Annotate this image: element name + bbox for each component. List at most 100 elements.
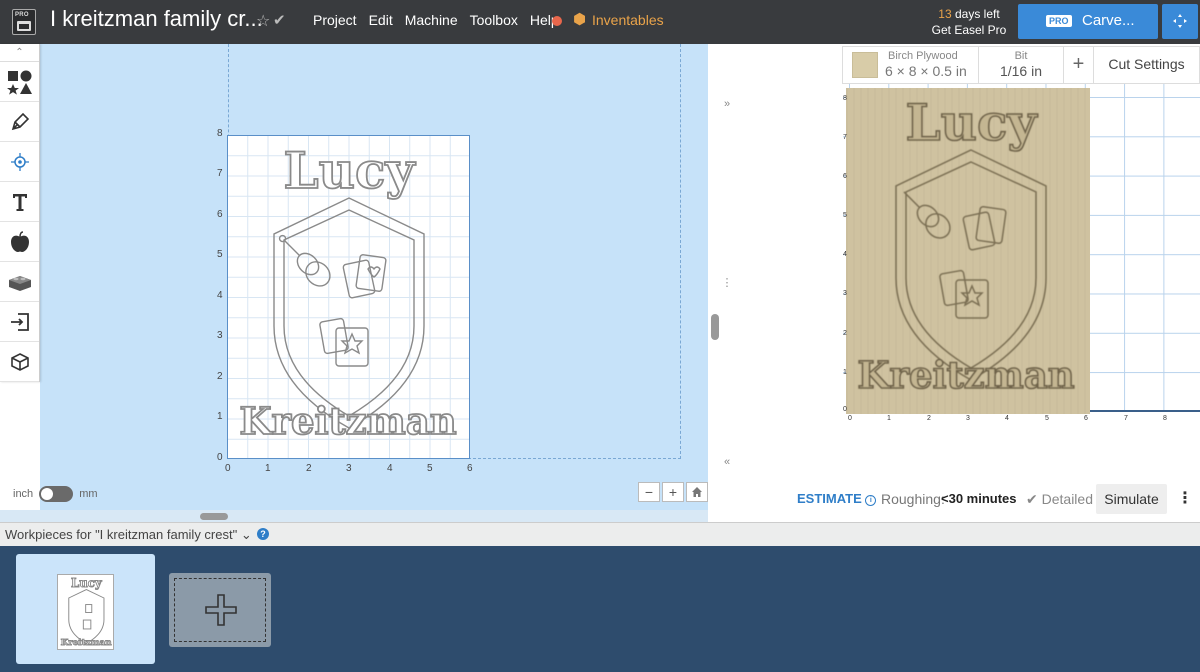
point-tool[interactable] xyxy=(0,142,39,182)
saved-check-icon: ✔ xyxy=(273,12,286,29)
y-tick: 6 xyxy=(217,209,223,220)
thumbnail-bottom-text: Kreitzman xyxy=(61,638,113,648)
preview-x-tick: 8 xyxy=(1163,415,1167,422)
detailed-option[interactable]: ✔ Detailed xyxy=(1026,491,1093,508)
workpieces-panel: Lucy Kreitzman xyxy=(0,546,1200,672)
inventables-hex-icon[interactable]: ⬢ xyxy=(573,12,588,28)
drag-handle-icon[interactable]: ⋮ xyxy=(720,276,734,289)
unit-inch-label[interactable]: inch xyxy=(13,488,33,500)
shapes-tool[interactable] xyxy=(0,62,39,102)
vertical-scrollbar[interactable] xyxy=(711,314,719,340)
roughing-time: <30 minutes xyxy=(941,491,1017,506)
bit-selector[interactable]: Bit 1/16 in xyxy=(979,47,1064,83)
thumbnail-crest: Lucy Kreitzman xyxy=(60,576,113,649)
left-toolbar: ⌃ xyxy=(0,44,40,382)
roughing-label: Roughing: xyxy=(881,491,945,507)
x-tick: 1 xyxy=(265,463,271,474)
top-bar: PRO I kreitzman family cr... ☆ ✔ Project… xyxy=(0,0,1200,44)
notification-dot xyxy=(552,16,562,26)
playing-cards-icon xyxy=(342,254,387,299)
preview-x-tick: 2 xyxy=(927,415,931,422)
home-view-button[interactable] xyxy=(686,482,708,502)
machine-icon xyxy=(17,21,31,31)
unit-switch[interactable] xyxy=(39,486,74,502)
zoom-in-button[interactable]: + xyxy=(662,482,684,502)
apple-icon xyxy=(10,230,29,252)
menu-machine[interactable]: Machine xyxy=(405,12,458,28)
estimate-label: ESTIMATE xyxy=(797,491,862,506)
trial-days-suffix: days left xyxy=(951,7,1000,21)
add-workpiece-button[interactable] xyxy=(169,573,271,647)
toolbar-collapse-icon[interactable]: ⌃ xyxy=(0,44,39,62)
cut-settings-button[interactable]: Cut Settings xyxy=(1094,47,1199,83)
star-icon[interactable]: ☆ xyxy=(256,11,270,31)
carve-button[interactable]: PRO Carve... xyxy=(1018,4,1158,39)
preview-baseline xyxy=(1090,410,1200,412)
y-tick: 1 xyxy=(217,411,223,422)
preview-y-tick: 8 xyxy=(843,95,847,102)
detailed-label: Detailed xyxy=(1041,491,1093,507)
x-tick: 5 xyxy=(427,463,433,474)
preview-y-tick: 0 xyxy=(843,406,847,413)
y-tick: 4 xyxy=(217,290,223,301)
menu-edit[interactable]: Edit xyxy=(369,12,393,28)
unit-mm-label[interactable]: mm xyxy=(79,488,97,500)
pen-tool[interactable] xyxy=(0,102,39,142)
add-bit-button[interactable]: + xyxy=(1064,47,1094,83)
3d-model-tool[interactable] xyxy=(0,342,39,382)
x-tick: 3 xyxy=(346,463,352,474)
logo-pro-text: PRO xyxy=(15,12,29,18)
workpieces-title[interactable]: Workpieces for "I kreitzman family crest… xyxy=(5,527,252,543)
carve-label: Carve... xyxy=(1082,12,1135,29)
unit-toggle[interactable]: inch mm xyxy=(13,486,98,502)
preview-y-tick: 2 xyxy=(843,330,847,337)
preview-x-tick: 5 xyxy=(1045,415,1049,422)
menu-project[interactable]: Project xyxy=(313,12,357,28)
trial-status[interactable]: 13 days left Get Easel Pro xyxy=(924,6,1014,38)
home-icon xyxy=(692,487,702,497)
more-options-icon[interactable]: ⋮ xyxy=(1174,484,1196,514)
simulate-button[interactable]: Simulate xyxy=(1096,484,1167,514)
carved-violin-icon xyxy=(903,191,951,239)
workpieces-title-text: Workpieces for "I kreitzman family crest… xyxy=(5,527,238,542)
zoom-out-button[interactable]: − xyxy=(638,482,660,502)
collapse-right-icon[interactable]: » xyxy=(720,98,734,110)
horizontal-scrollbar[interactable] xyxy=(200,513,228,520)
project-title[interactable]: I kreitzman family cr... xyxy=(50,6,263,32)
y-tick: 8 xyxy=(217,128,223,139)
menu-toolbox[interactable]: Toolbox xyxy=(470,12,518,28)
material-name: Birch Plywood xyxy=(888,50,958,62)
x-tick: 4 xyxy=(387,463,393,474)
preview-x-tick: 3 xyxy=(966,415,970,422)
carved-cards-icon xyxy=(962,205,1007,251)
shapes-icon xyxy=(6,70,32,95)
estimate-link[interactable]: ESTIMATE i xyxy=(797,491,877,506)
material-selector[interactable]: Birch Plywood 6 × 8 × 0.5 in xyxy=(882,47,979,83)
icons-tool[interactable] xyxy=(0,222,39,262)
carved-wood-preview[interactable]: Lucy Kreitzman xyxy=(846,88,1090,414)
y-tick: 5 xyxy=(217,249,223,260)
main-menu: Project Edit Machine Toolbox Help xyxy=(313,12,559,28)
fullscreen-expand-button[interactable] xyxy=(1162,4,1198,39)
workpiece-sheet[interactable]: Lucy Kreitzman xyxy=(227,135,470,459)
get-easel-pro-link[interactable]: Get Easel Pro xyxy=(924,22,1014,38)
import-tool[interactable] xyxy=(0,302,39,342)
text-icon xyxy=(12,193,27,211)
inventables-link[interactable]: Inventables xyxy=(592,12,664,28)
carving-render: Lucy Kreitzman xyxy=(857,92,1076,398)
design-bottom-strip xyxy=(0,510,708,522)
workpiece-thumbnail[interactable]: Lucy Kreitzman xyxy=(16,554,155,664)
collapse-left-icon[interactable]: « xyxy=(720,456,734,468)
unit-switch-knob xyxy=(41,488,54,500)
preview-y-tick: 7 xyxy=(843,134,847,141)
crest-design[interactable]: Lucy Kreitzman xyxy=(228,136,471,460)
material-swatch[interactable] xyxy=(852,52,878,78)
preview-x-tick: 6 xyxy=(1084,415,1088,422)
preview-y-tick: 3 xyxy=(843,290,847,297)
apps-tool[interactable] xyxy=(0,262,39,302)
text-tool[interactable] xyxy=(0,182,39,222)
easel-pro-logo[interactable]: PRO xyxy=(12,9,36,35)
x-tick: 6 xyxy=(467,463,473,474)
help-icon[interactable]: ? xyxy=(257,528,269,540)
pen-icon xyxy=(11,112,29,130)
